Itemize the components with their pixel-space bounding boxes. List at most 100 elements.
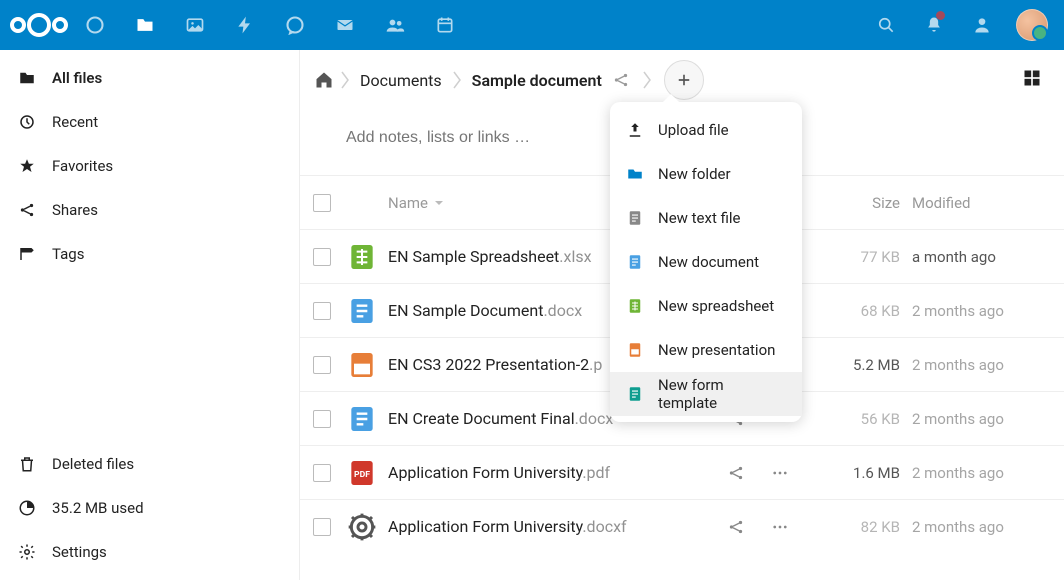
photos-icon[interactable] [170, 0, 220, 50]
file-type-icon [344, 401, 380, 437]
new-menu-new-spreadsheet[interactable]: New spreadsheet [610, 284, 802, 328]
new-menu-new-document[interactable]: New document [610, 240, 802, 284]
file-size: 77 KB [812, 248, 908, 266]
new-menu: Upload file New folder New text file New do… [610, 102, 802, 422]
file-checkbox[interactable] [313, 248, 331, 266]
file-size: 5.2 MB [812, 356, 908, 374]
sidebar-quota: 35.2 MB used [0, 486, 299, 530]
sidebar-item-label: Tags [52, 245, 84, 263]
chevron-right-icon [452, 68, 462, 92]
sidebar-deleted-files[interactable]: Deleted files [0, 442, 299, 486]
menu-item-label: New form template [658, 376, 786, 412]
chevron-right-icon [340, 68, 350, 92]
crumb-documents[interactable]: Documents [356, 71, 446, 90]
new-menu-upload-file[interactable]: Upload file [610, 108, 802, 152]
menu-item-label: New presentation [658, 341, 775, 359]
plus-icon [675, 71, 693, 89]
sidebar-quota-label: 35.2 MB used [52, 499, 144, 517]
file-modified: 2 months ago [908, 356, 1048, 374]
dashboard-icon[interactable] [70, 0, 120, 50]
menu-item-label: New spreadsheet [658, 297, 774, 315]
file-checkbox[interactable] [313, 464, 331, 482]
header-size[interactable]: Size [812, 194, 908, 212]
file-size: 1.6 MB [812, 464, 908, 482]
file-type-icon [344, 239, 380, 275]
sidebar-item-shares[interactable]: Shares [0, 188, 299, 232]
menu-item-label: New text file [658, 209, 741, 227]
menu-item-label: New folder [658, 165, 731, 183]
sidebar-item-tags[interactable]: Tags [0, 232, 299, 276]
file-name: Application Form University.docxf [388, 517, 724, 536]
file-type-icon: PDF [344, 455, 380, 491]
home-icon[interactable] [314, 70, 334, 90]
notifications-icon[interactable] [912, 0, 956, 50]
new-menu-new-folder[interactable]: New folder [610, 152, 802, 196]
sidebar-item-label: Favorites [52, 157, 113, 175]
file-type-icon [344, 293, 380, 329]
file-modified: 2 months ago [908, 410, 1048, 428]
sidebar-item-recent[interactable]: Recent [0, 100, 299, 144]
crumb-current: Sample document [468, 71, 606, 90]
file-checkbox[interactable] [313, 518, 331, 536]
more-action[interactable] [768, 515, 792, 539]
pres-icon [626, 341, 644, 359]
notification-dot-icon [936, 11, 945, 20]
sidebar-item-label: All files [52, 69, 102, 87]
select-all-checkbox[interactable] [313, 194, 331, 212]
menu-item-label: Upload file [658, 121, 729, 139]
folder-icon [626, 165, 644, 183]
sidebar-settings[interactable]: Settings [0, 530, 299, 574]
file-modified: a month ago [908, 248, 1048, 266]
text-icon [626, 209, 644, 227]
file-type-icon [344, 509, 380, 545]
mail-icon[interactable] [320, 0, 370, 50]
share-action[interactable] [724, 461, 748, 485]
file-size: 68 KB [812, 302, 908, 320]
file-checkbox[interactable] [313, 356, 331, 374]
sheet-icon [626, 297, 644, 315]
grid-view-toggle[interactable] [1022, 68, 1046, 92]
sidebar-item-all-files[interactable]: All files [0, 56, 299, 100]
file-size: 82 KB [812, 518, 908, 536]
sidebar-deleted-label: Deleted files [52, 455, 134, 473]
sidebar-item-favorites[interactable]: Favorites [0, 144, 299, 188]
file-modified: 2 months ago [908, 302, 1048, 320]
contacts-icon[interactable] [370, 0, 420, 50]
chevron-right-icon [642, 68, 652, 92]
upload-icon [626, 121, 644, 139]
doc-icon [626, 253, 644, 271]
menu-item-label: New document [658, 253, 759, 271]
file-modified: 2 months ago [908, 464, 1048, 482]
sidebar: All files Recent Favorites Shares Tags Delet… [0, 50, 300, 580]
nextcloud-logo[interactable] [8, 0, 70, 50]
file-row[interactable]: PDF Application Form University.pdf 1.6 MB… [300, 445, 1064, 499]
share-icon[interactable] [612, 71, 630, 89]
sidebar-item-label: Recent [52, 113, 98, 131]
file-checkbox[interactable] [313, 410, 331, 428]
new-menu-new-text-file[interactable]: New text file [610, 196, 802, 240]
sidebar-item-label: Shares [52, 201, 98, 219]
main-panel: Documents Sample document Name Si [300, 50, 1064, 580]
sidebar-settings-label: Settings [52, 543, 107, 561]
header-modified[interactable]: Modified [908, 194, 1048, 212]
file-size: 56 KB [812, 410, 908, 428]
file-checkbox[interactable] [313, 302, 331, 320]
file-row[interactable]: Application Form University.docxf 82 KB2 … [300, 499, 1064, 553]
contacts-menu-icon[interactable] [960, 0, 1004, 50]
file-type-icon [344, 347, 380, 383]
activity-icon[interactable] [220, 0, 270, 50]
svg-text:PDF: PDF [354, 470, 370, 480]
new-menu-new-form-template[interactable]: New form template [610, 372, 802, 416]
talk-icon[interactable] [270, 0, 320, 50]
new-menu-new-presentation[interactable]: New presentation [610, 328, 802, 372]
search-icon[interactable] [864, 0, 908, 50]
share-action[interactable] [724, 515, 748, 539]
more-action[interactable] [768, 461, 792, 485]
files-icon[interactable] [120, 0, 170, 50]
breadcrumb: Documents Sample document [314, 68, 658, 92]
calendar-icon[interactable] [420, 0, 470, 50]
user-avatar[interactable] [1016, 9, 1048, 41]
file-name: Application Form University.pdf [388, 463, 724, 482]
file-modified: 2 months ago [908, 518, 1048, 536]
form-icon [626, 385, 644, 403]
